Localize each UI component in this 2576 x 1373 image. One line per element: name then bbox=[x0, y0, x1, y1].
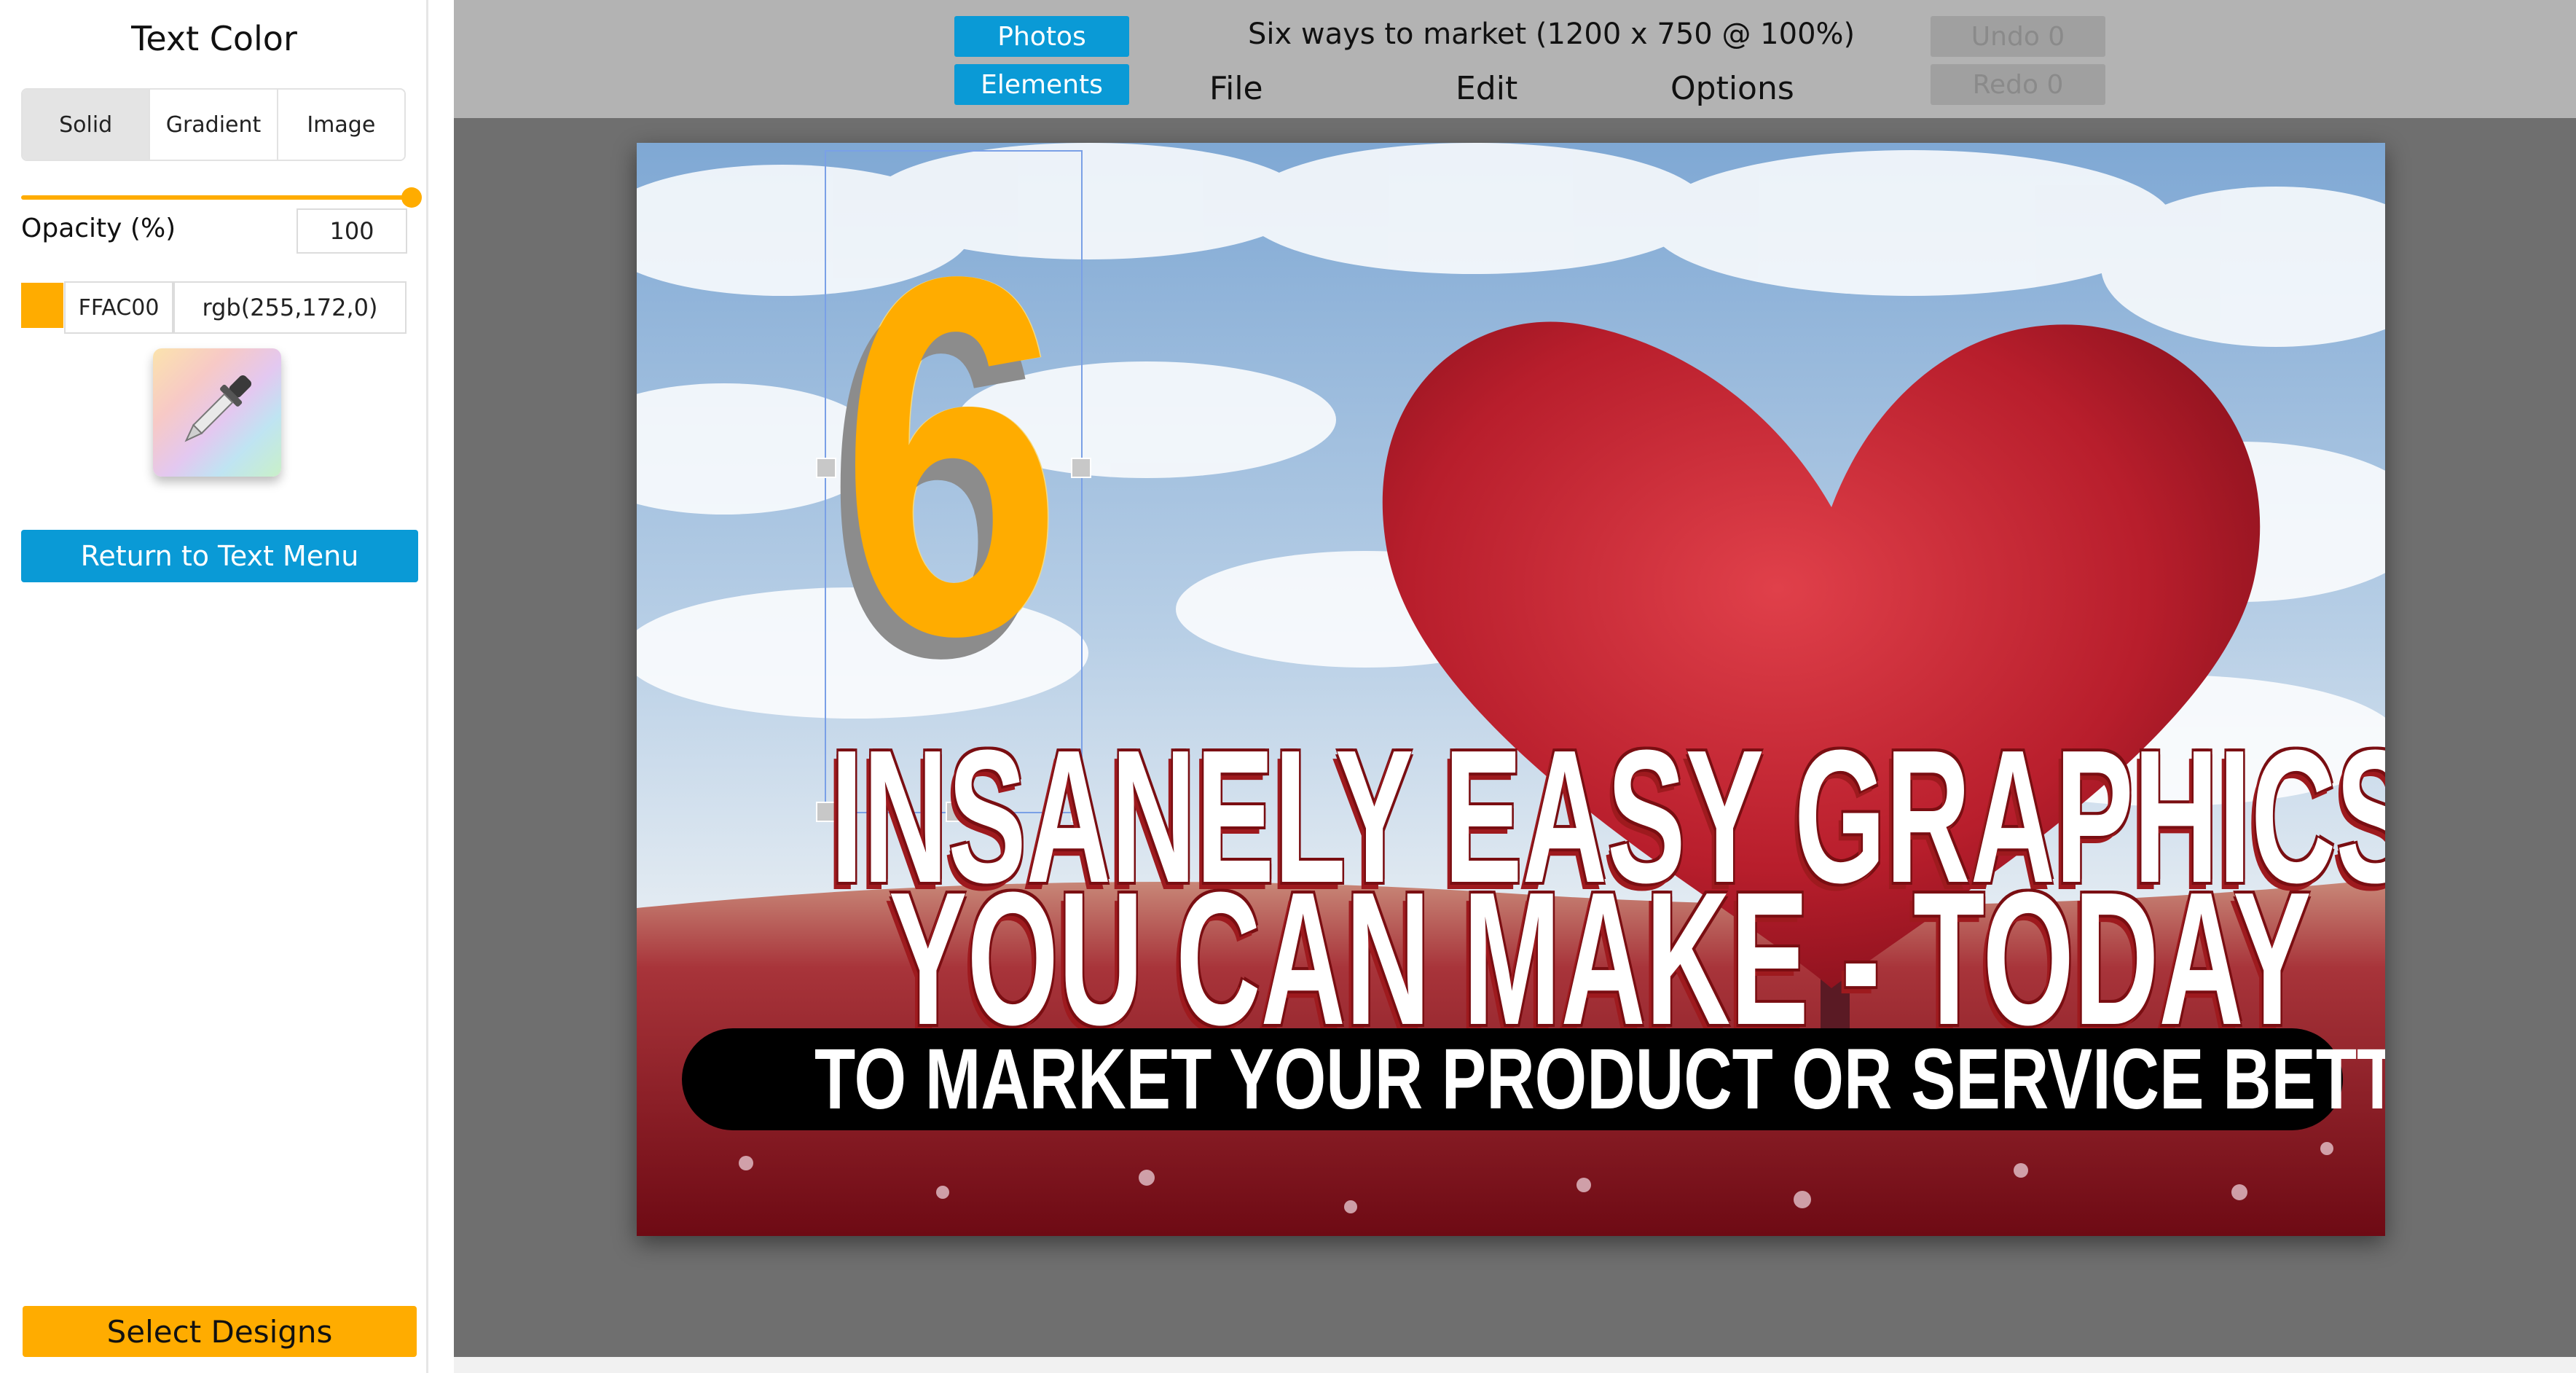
return-to-text-menu-button[interactable]: Return to Text Menu bbox=[21, 530, 418, 582]
menu-file[interactable]: File bbox=[1209, 70, 1263, 107]
redo-button[interactable]: Redo 0 bbox=[1931, 64, 2105, 105]
select-designs-button[interactable]: Select Designs bbox=[23, 1306, 417, 1357]
opacity-input[interactable]: 100 bbox=[297, 208, 407, 254]
panel-title: Text Color bbox=[131, 19, 297, 58]
horizontal-scrollbar[interactable] bbox=[454, 1357, 2576, 1373]
design-canvas[interactable]: 6 INSANELY EASY GRAPHICS YOU CAN MAKE - … bbox=[637, 143, 2385, 1236]
tab-image[interactable]: Image bbox=[278, 90, 404, 160]
hex-color-field[interactable]: FFAC00 bbox=[64, 281, 173, 334]
tab-gradient[interactable]: Gradient bbox=[150, 90, 278, 160]
menu-edit[interactable]: Edit bbox=[1456, 70, 1517, 107]
opacity-slider-track[interactable] bbox=[21, 195, 412, 200]
top-toolbar: Photos Elements Six ways to market (1200… bbox=[454, 0, 2576, 118]
opacity-label: Opacity (%) bbox=[21, 214, 176, 243]
eyedropper-button[interactable] bbox=[153, 348, 281, 477]
tagline-text[interactable]: TO MARKET YOUR PRODUCT OR SERVICE BETTER bbox=[814, 1036, 2385, 1123]
fill-type-tabs: Solid Gradient Image bbox=[21, 88, 406, 161]
resize-handle-right[interactable] bbox=[1071, 458, 1091, 478]
color-swatch[interactable] bbox=[21, 283, 63, 328]
opacity-slider[interactable] bbox=[21, 187, 422, 208]
opacity-slider-handle[interactable] bbox=[401, 187, 422, 208]
tab-solid[interactable]: Solid bbox=[23, 90, 151, 160]
undo-button[interactable]: Undo 0 bbox=[1931, 16, 2105, 57]
eyedropper-icon bbox=[184, 375, 252, 442]
headline-line-2[interactable]: YOU CAN MAKE - TODAY bbox=[889, 864, 2312, 1054]
document-title: Six ways to market (1200 x 750 @ 100%) bbox=[1248, 17, 1856, 51]
rgb-color-field[interactable]: rgb(255,172,0) bbox=[173, 281, 407, 334]
resize-handle-left[interactable] bbox=[816, 458, 836, 478]
menu-options[interactable]: Options bbox=[1670, 70, 1794, 107]
photos-button[interactable]: Photos bbox=[954, 16, 1129, 57]
text-color-panel: Text Color Solid Gradient Image Opacity … bbox=[0, 0, 428, 1373]
elements-button[interactable]: Elements bbox=[954, 64, 1129, 105]
